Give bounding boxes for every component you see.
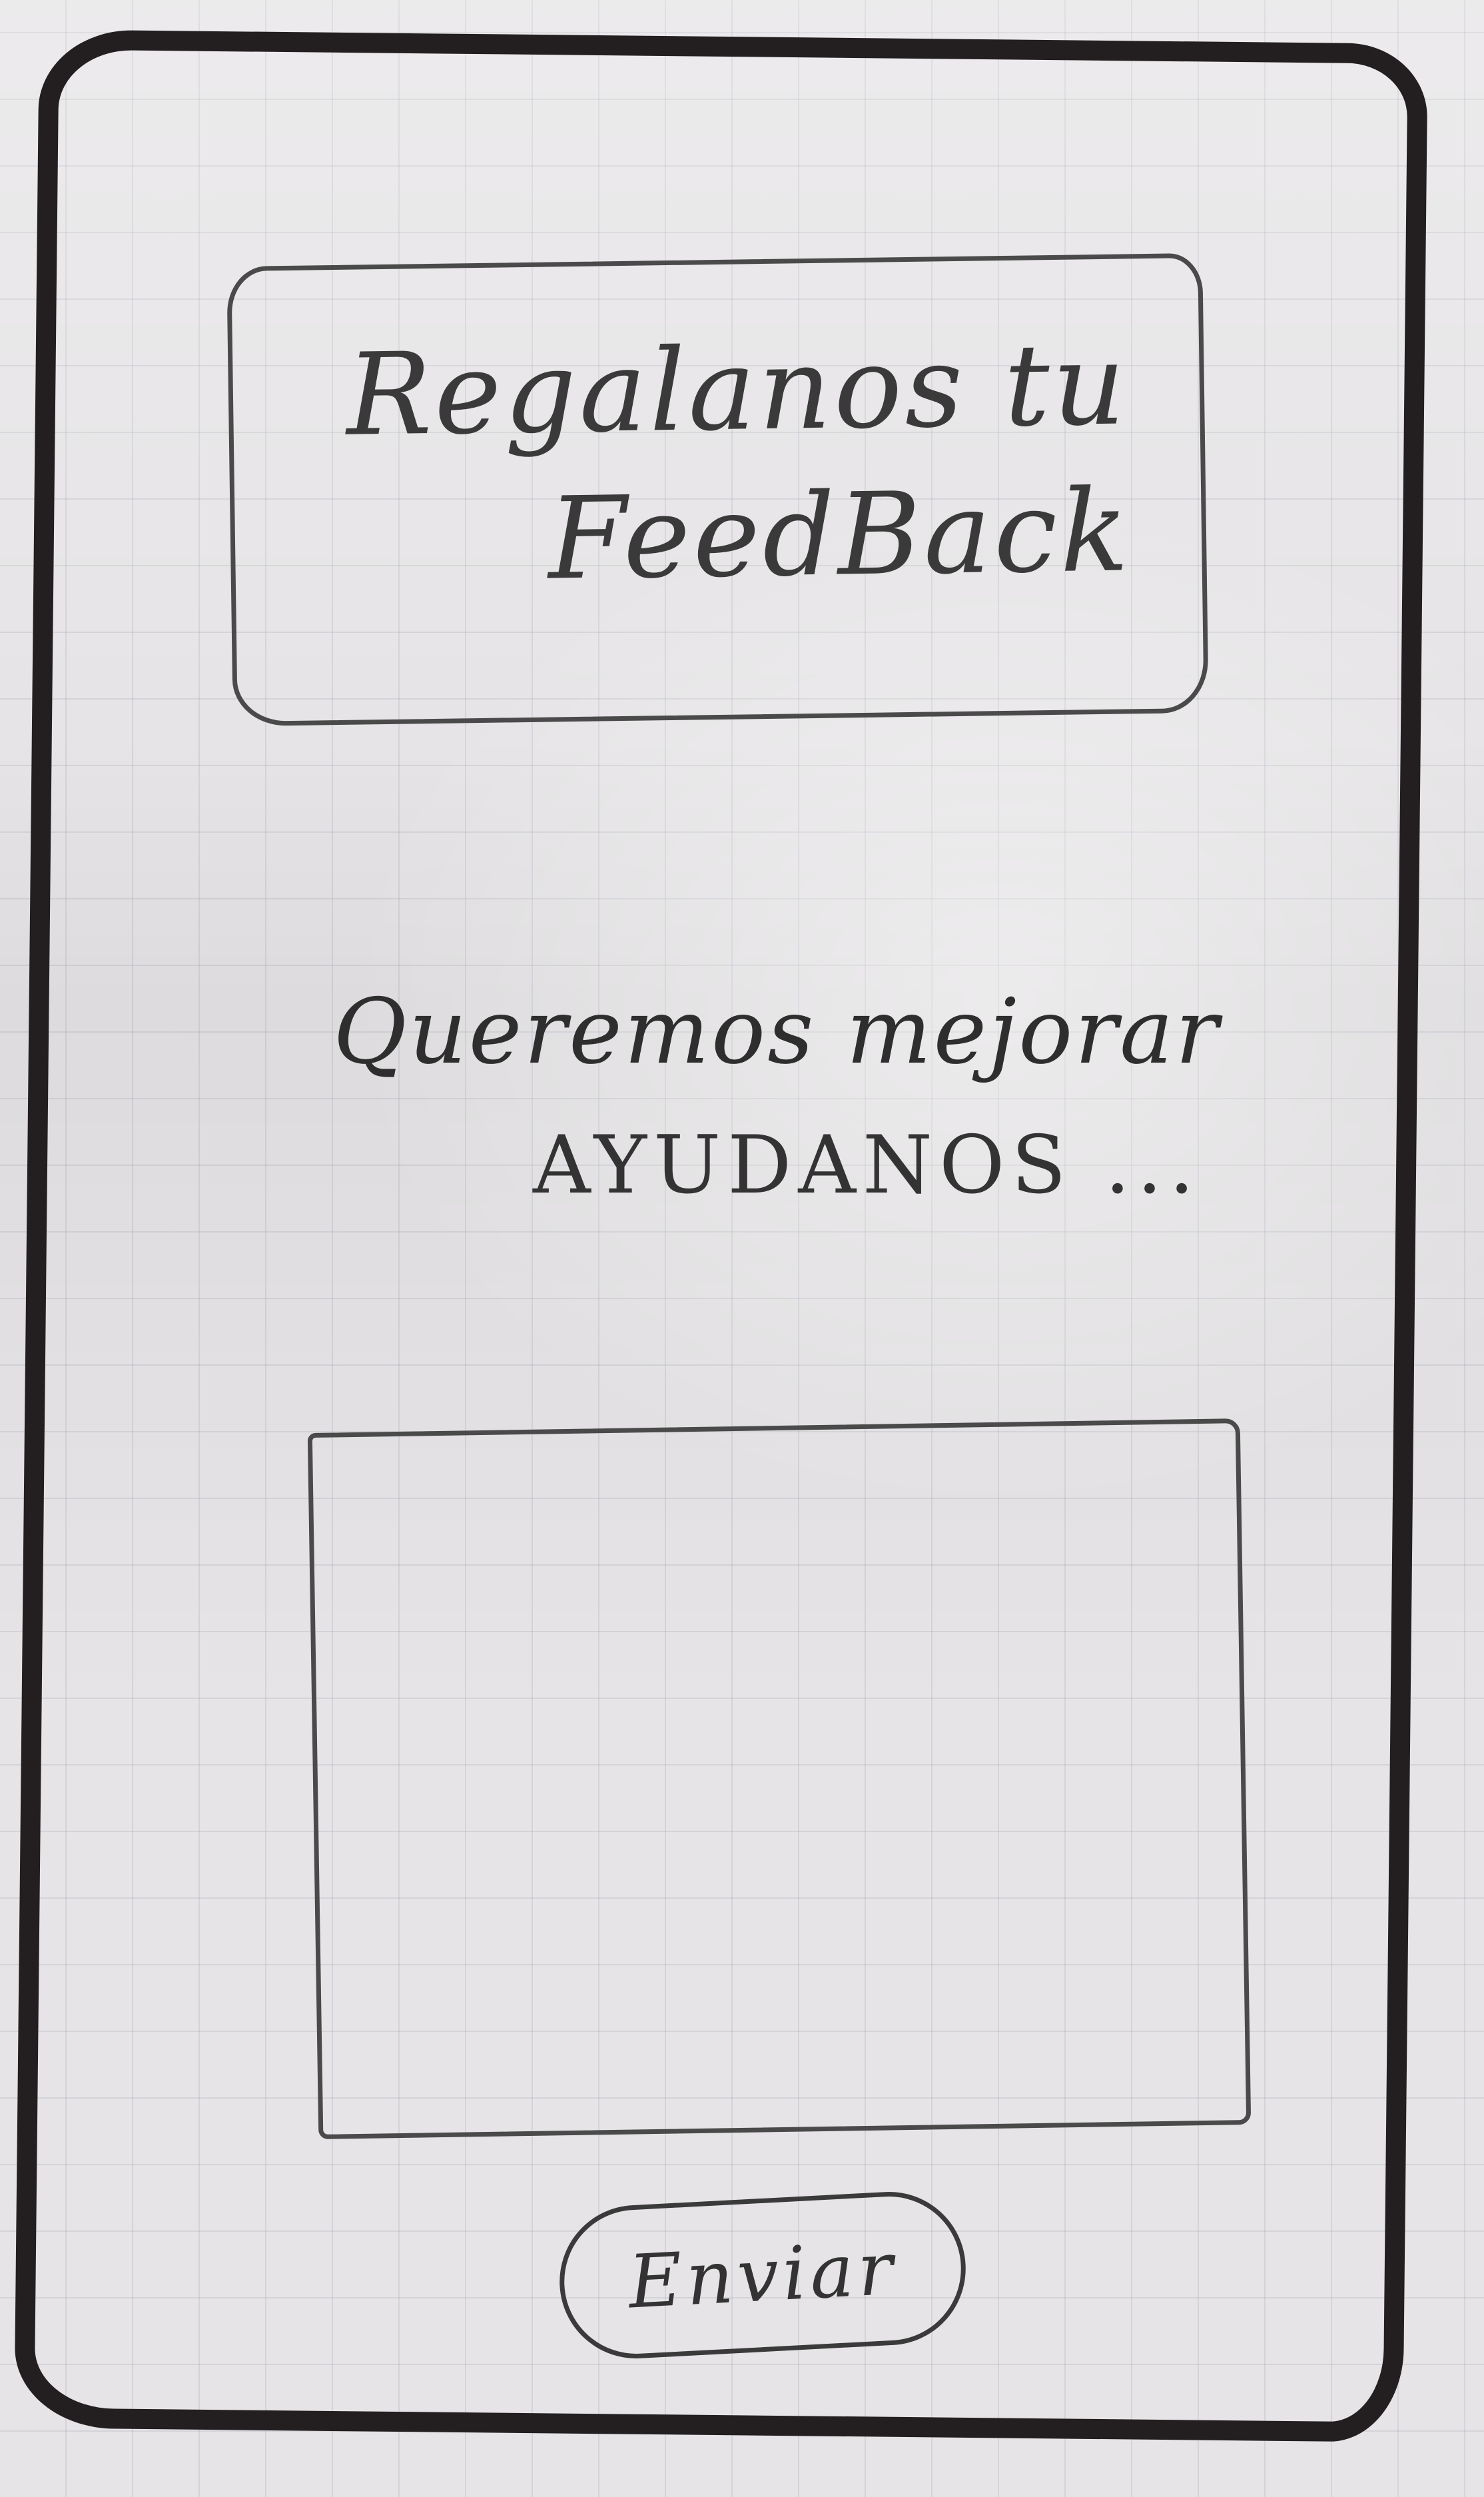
page-title-line-1: Regalanos tu	[345, 318, 1129, 462]
send-button[interactable]: Enviar	[556, 2188, 970, 2362]
title-banner: Regalanos tu FeedBack	[226, 252, 1209, 727]
feedback-input[interactable]	[307, 1418, 1252, 2139]
subtitle-call-to-action: AYUDANOS ...	[533, 1119, 1202, 1212]
page-title-line-2: FeedBack	[547, 465, 1132, 606]
subtitle-message: Queremos mejorar	[333, 979, 1221, 1084]
